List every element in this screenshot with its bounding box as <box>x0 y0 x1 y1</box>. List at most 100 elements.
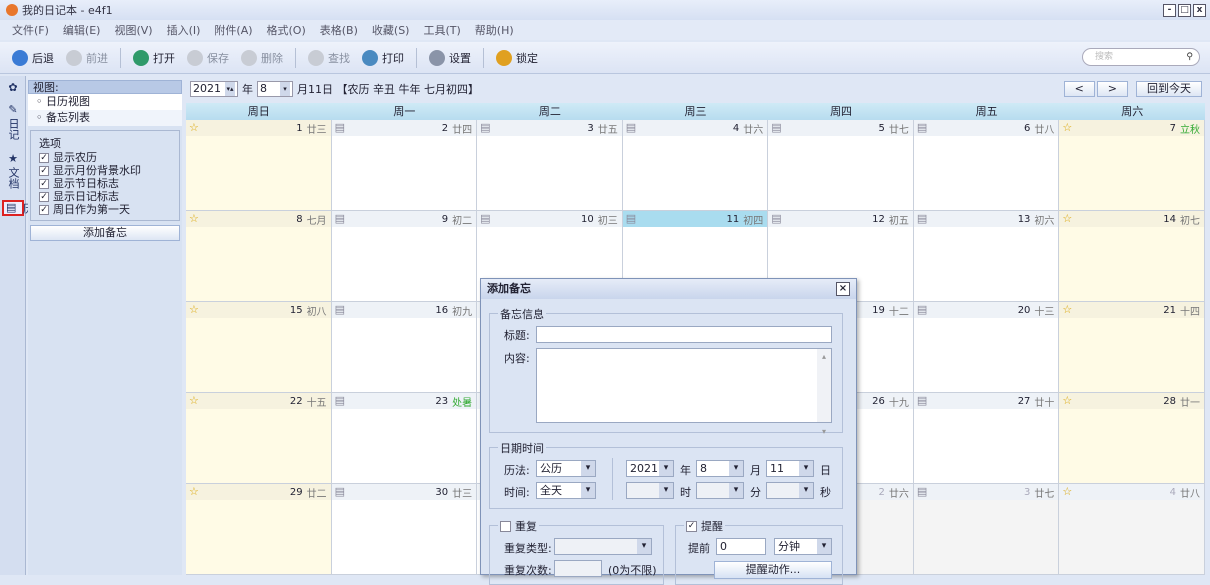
day-cell[interactable]: 22 十五 ☆ <box>186 393 332 484</box>
repeat-count-input[interactable] <box>554 560 602 577</box>
memo-icon[interactable]: ▤ <box>480 213 490 225</box>
day-cell[interactable]: 7 立秋 ☆ <box>1059 120 1205 211</box>
day-select[interactable]: 11 <box>766 460 814 477</box>
remind-legend[interactable]: ✓ 提醒 <box>684 518 725 534</box>
day-cell[interactable]: 4 廿六 ▤ <box>622 120 769 211</box>
content-scrollbar[interactable]: ▴ ▾ <box>817 349 831 436</box>
checkbox-checked-icon[interactable]: ✓ <box>39 204 49 215</box>
time-select[interactable]: 全天 <box>536 482 596 499</box>
day-cell[interactable]: 5 廿七 ▤ <box>768 120 914 211</box>
day-cell[interactable]: 3 廿五 ▤ <box>477 120 623 211</box>
holiday-star-icon[interactable]: ☆ <box>1062 122 1072 134</box>
advance-spinner[interactable]: 0 <box>716 538 766 555</box>
toolbar-button-print[interactable]: 打印 <box>362 49 404 66</box>
second-select[interactable] <box>766 482 814 499</box>
advance-unit-select[interactable]: 分钟 <box>774 538 832 555</box>
hour-select[interactable] <box>626 482 674 499</box>
year-spinner[interactable]: 2021 ▾▴ <box>190 81 238 97</box>
day-cell[interactable]: 9 初二 ▤ <box>331 211 478 302</box>
day-cell[interactable]: 21 十四 ☆ <box>1059 302 1205 393</box>
memo-icon[interactable]: ▤ <box>626 122 636 134</box>
memo-icon[interactable]: ▤ <box>917 304 927 316</box>
day-cell[interactable]: 28 廿一 ☆ <box>1059 393 1205 484</box>
memo-icon[interactable]: ▤ <box>335 122 345 134</box>
day-cell[interactable]: 3 廿七 ▤ <box>913 484 1060 575</box>
search-input[interactable]: 搜索 ⚲ <box>1082 48 1200 66</box>
title-input[interactable] <box>536 326 832 343</box>
memo-icon[interactable]: ▤ <box>335 486 345 498</box>
toolbar-button-find[interactable]: 查找 <box>308 49 350 66</box>
day-cell[interactable]: 29 廿二 ☆ <box>186 484 332 575</box>
toolbar-button-delete[interactable]: 删除 <box>241 49 283 66</box>
memo-icon[interactable]: ▤ <box>480 122 490 134</box>
today-button[interactable]: 回到今天 <box>1136 81 1202 97</box>
holiday-star-icon[interactable]: ☆ <box>189 395 199 407</box>
remind-action-button[interactable]: 提醒动作... <box>714 561 832 579</box>
holiday-star-icon[interactable]: ☆ <box>189 213 199 225</box>
side-tab-documents[interactable]: ★ 文档 <box>2 149 24 196</box>
memo-icon[interactable]: ▤ <box>771 122 781 134</box>
option-checkbox[interactable]: ✓ 显示节日标志 <box>39 177 173 190</box>
repeat-checkbox[interactable] <box>500 520 511 532</box>
day-cell[interactable]: 20 十三 ▤ <box>913 302 1060 393</box>
toolbar-button-settings[interactable]: 设置 <box>429 49 471 66</box>
next-month-button[interactable]: > <box>1096 81 1128 97</box>
view-calendar[interactable]: ◦ 日历视图 <box>28 94 182 110</box>
strip-top-icon[interactable]: ✿ <box>2 78 24 98</box>
toolbar-button-save[interactable]: 保存 <box>187 49 229 66</box>
day-cell[interactable]: 15 初八 ☆ <box>186 302 332 393</box>
holiday-star-icon[interactable]: ☆ <box>189 122 199 134</box>
holiday-star-icon[interactable]: ☆ <box>189 304 199 316</box>
menu-item[interactable]: 插入(I) <box>167 22 201 38</box>
close-button[interactable]: x <box>1193 4 1206 17</box>
holiday-star-icon[interactable]: ☆ <box>1062 304 1072 316</box>
memo-icon[interactable]: ▤ <box>771 213 781 225</box>
calendar-type-select[interactable]: 公历 <box>536 460 596 477</box>
holiday-star-icon[interactable]: ☆ <box>1062 213 1072 225</box>
minute-select[interactable] <box>696 482 744 499</box>
menu-item[interactable]: 编辑(E) <box>63 22 101 38</box>
toolbar-button-back[interactable]: 后退 <box>12 49 54 66</box>
side-tab-diary[interactable]: ✎ 日记 <box>2 100 24 147</box>
holiday-star-icon[interactable]: ☆ <box>1062 486 1072 498</box>
memo-icon[interactable]: ▤ <box>335 304 345 316</box>
side-tab-calendar[interactable]: ▤日历 <box>2 200 48 216</box>
memo-icon[interactable]: ▤ <box>917 213 927 225</box>
remind-checkbox[interactable]: ✓ <box>686 520 697 532</box>
option-checkbox[interactable]: ✓ 显示农历 <box>39 151 173 164</box>
option-checkbox[interactable]: ✓ 显示日记标志 <box>39 190 173 203</box>
day-cell[interactable]: 2 廿四 ▤ <box>331 120 478 211</box>
day-cell[interactable]: 8 七月 ☆ <box>186 211 332 302</box>
toolbar-button-forward[interactable]: 前进 <box>66 49 108 66</box>
menu-item[interactable]: 视图(V) <box>114 22 152 38</box>
minimize-button[interactable]: - <box>1163 4 1176 17</box>
checkbox-checked-icon[interactable]: ✓ <box>39 152 49 163</box>
menu-item[interactable]: 表格(B) <box>320 22 358 38</box>
search-icon[interactable]: ⚲ <box>1186 49 1193 65</box>
menu-item[interactable]: 附件(A) <box>214 22 252 38</box>
month-select[interactable]: 8 ▾ <box>257 81 293 97</box>
checkbox-checked-icon[interactable]: ✓ <box>39 165 49 176</box>
view-memo-list[interactable]: ◦ 备忘列表 <box>28 110 182 126</box>
checkbox-checked-icon[interactable]: ✓ <box>39 191 49 202</box>
memo-icon[interactable]: ▤ <box>626 213 636 225</box>
menu-item[interactable]: 工具(T) <box>423 22 460 38</box>
content-textarea[interactable]: ▴ ▾ <box>536 348 832 436</box>
option-checkbox[interactable]: ✓ 周日作为第一天 <box>39 203 173 216</box>
holiday-star-icon[interactable]: ☆ <box>189 486 199 498</box>
day-cell[interactable]: 27 廿十 ▤ <box>913 393 1060 484</box>
memo-icon[interactable]: ▤ <box>917 486 927 498</box>
day-cell[interactable]: 14 初七 ☆ <box>1059 211 1205 302</box>
day-cell[interactable]: 23 处暑 ▤ <box>331 393 478 484</box>
menu-item[interactable]: 帮助(H) <box>475 22 514 38</box>
memo-icon[interactable]: ▤ <box>917 395 927 407</box>
day-cell[interactable]: 4 廿八 ☆ <box>1059 484 1205 575</box>
add-memo-button[interactable]: 添加备忘 <box>30 225 180 241</box>
memo-icon[interactable]: ▤ <box>917 122 927 134</box>
repeat-type-select[interactable] <box>554 538 652 555</box>
year-select[interactable]: 2021 <box>626 460 674 477</box>
toolbar-button-lock[interactable]: 锁定 <box>496 49 538 66</box>
day-cell[interactable]: 16 初九 ▤ <box>331 302 478 393</box>
holiday-star-icon[interactable]: ☆ <box>1062 395 1072 407</box>
menu-item[interactable]: 收藏(S) <box>372 22 410 38</box>
